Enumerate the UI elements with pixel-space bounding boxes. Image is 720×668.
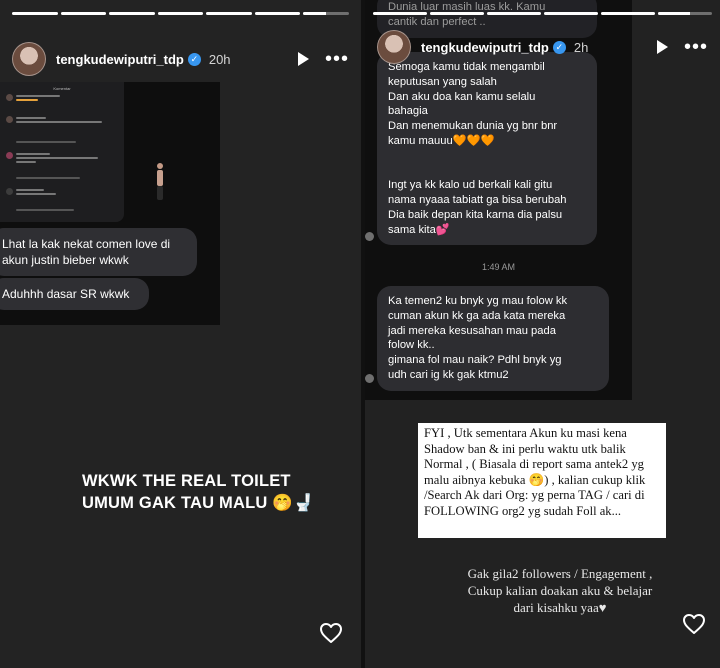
- story-panel-left[interactable]: Komentar tengkudewiputri_tdp ✓ 20h ••• L…: [0, 0, 361, 668]
- caption-line: UMUM GAK TAU MALU 🤭🚽: [82, 494, 314, 512]
- story-caption: WKWK THE REAL TOILET UMUM GAK TAU MALU 🤭…: [82, 470, 352, 514]
- mini-comment-row: [6, 206, 118, 220]
- progress-segment: [109, 12, 155, 15]
- mini-comment-row: [6, 174, 118, 188]
- progress-segment: [544, 12, 598, 15]
- progress-segment: [373, 12, 427, 15]
- play-icon[interactable]: [297, 52, 309, 66]
- verified-badge-icon: ✓: [187, 52, 201, 66]
- message-bubble: Semoga kamu tidak mengambil keputusan ya…: [377, 52, 597, 245]
- avatar[interactable]: [377, 30, 411, 64]
- progress-segment: [254, 12, 301, 15]
- mini-comment-row: [6, 94, 118, 108]
- message-bubble: Aduhhh dasar SR wkwk: [0, 278, 149, 310]
- story-caption: Gak gila2 followers / Engagement , Cukup…: [467, 566, 653, 615]
- mini-comments-panel: Komentar: [0, 82, 124, 222]
- more-icon[interactable]: •••: [684, 37, 708, 57]
- progress-segment-current: [658, 12, 712, 15]
- story-header: tengkudewiputri_tdp ✓ 2h •••: [377, 30, 708, 64]
- mini-comments-title: Komentar: [53, 86, 71, 91]
- person-figure: [157, 163, 163, 200]
- username[interactable]: tengkudewiputri_tdp: [56, 52, 184, 67]
- mini-comment-row: [6, 188, 118, 202]
- progress-segment: [12, 12, 58, 15]
- heart-icon[interactable]: [682, 613, 706, 635]
- mini-comment-row: [6, 116, 118, 130]
- play-icon[interactable]: [656, 40, 668, 54]
- story-header: tengkudewiputri_tdp ✓ 20h •••: [12, 42, 349, 76]
- avatar[interactable]: [12, 42, 46, 76]
- sender-avatar: [365, 374, 374, 383]
- story-progress-bar: [373, 12, 712, 15]
- story-panel-right[interactable]: Dunia luar masih luas kk. Kamu cantik da…: [365, 0, 720, 668]
- heart-icon[interactable]: [319, 622, 343, 644]
- message-bubble: Lhat la kak nekat comen love di akun jus…: [0, 228, 197, 276]
- progress-segment-current: [303, 12, 350, 15]
- progress-segment: [60, 12, 107, 15]
- message-bubble: Ka temen2 ku bnyk yg mau folow kk cuman …: [377, 286, 609, 391]
- sender-avatar: [365, 232, 374, 241]
- caption-line: WKWK THE REAL TOILET: [82, 472, 291, 490]
- progress-segment: [430, 12, 484, 15]
- verified-badge-icon: ✓: [552, 40, 566, 54]
- progress-segment: [601, 12, 655, 15]
- story-progress-bar: [12, 12, 350, 15]
- post-time: 2h: [573, 39, 589, 55]
- mini-comment-row: [6, 152, 118, 166]
- mini-comment-row: [6, 136, 118, 150]
- notice-text-box: FYI , Utk sementara Akun ku masi kena Sh…: [418, 423, 666, 538]
- progress-segment: [157, 12, 204, 15]
- more-icon[interactable]: •••: [325, 49, 349, 69]
- username[interactable]: tengkudewiputri_tdp: [421, 40, 549, 55]
- progress-segment: [487, 12, 541, 15]
- message-timestamp: 1:49 AM: [481, 262, 516, 272]
- post-time: 20h: [208, 51, 231, 67]
- progress-segment: [206, 12, 252, 15]
